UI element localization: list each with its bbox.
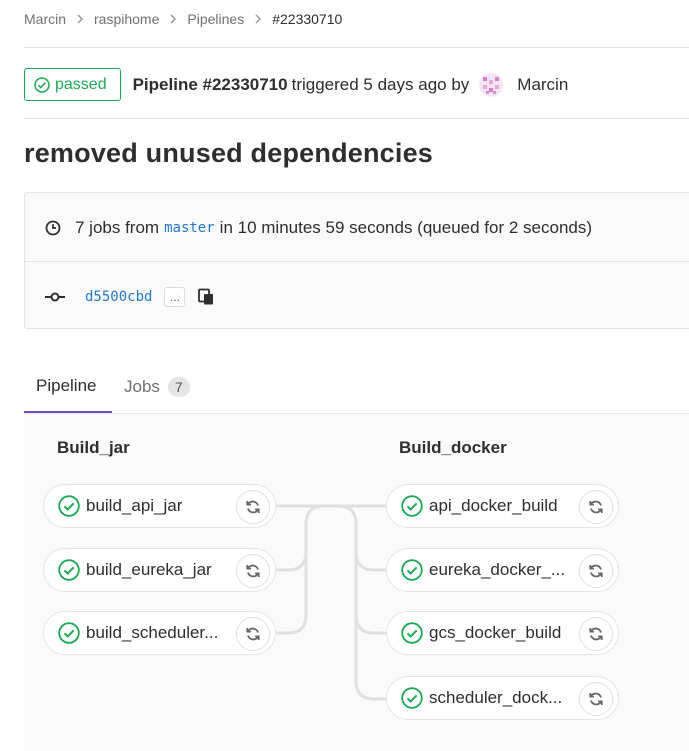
- job-scheduler-docker[interactable]: scheduler_dock...: [386, 676, 619, 720]
- retry-button[interactable]: [579, 617, 613, 651]
- tab-jobs[interactable]: Jobs 7: [112, 360, 202, 414]
- duration-text: in 10 minutes 59 seconds (queued for 2 s…: [219, 218, 593, 237]
- chevron-right-icon: [254, 14, 262, 24]
- breadcrumb: Marcin raspihome Pipelines #22330710: [24, 8, 342, 30]
- pipeline-tabs: Pipeline Jobs 7: [24, 360, 689, 414]
- retry-icon: [589, 564, 603, 578]
- retry-icon: [246, 627, 260, 641]
- job-name: build_api_jar: [86, 496, 183, 515]
- tab-jobs-label: Jobs: [124, 377, 160, 396]
- job-build-eureka-jar[interactable]: build_eureka_jar: [43, 548, 276, 592]
- author-link[interactable]: Marcin: [517, 75, 568, 95]
- job-name: scheduler_dock...: [429, 688, 563, 707]
- commit-sha-link[interactable]: d5500cbd: [85, 289, 152, 305]
- retry-button[interactable]: [236, 490, 270, 524]
- breadcrumb-pipelines[interactable]: Pipelines: [187, 11, 244, 27]
- success-icon: [58, 559, 80, 581]
- retry-icon: [589, 692, 603, 706]
- retry-icon: [246, 564, 260, 578]
- jobs-count-badge: 7: [167, 377, 190, 397]
- divider: [24, 118, 689, 119]
- retry-button[interactable]: [236, 617, 270, 651]
- commit-icon: [45, 291, 65, 303]
- job-api-docker-build[interactable]: api_docker_build: [386, 484, 619, 528]
- jobs-count-text: 7 jobs from: [75, 218, 160, 237]
- retry-icon: [589, 627, 603, 641]
- check-circle-icon: [34, 76, 50, 93]
- job-name: build_scheduler...: [86, 623, 219, 642]
- tab-pipeline-label: Pipeline: [36, 375, 97, 395]
- job-name: eureka_docker_...: [429, 560, 566, 579]
- jobs-summary: 7 jobs from master in 10 minutes 59 seco…: [45, 217, 592, 239]
- pipeline-title: Pipeline #22330710: [132, 74, 288, 94]
- job-gcs-docker-build[interactable]: gcs_docker_build: [386, 611, 619, 655]
- pipeline-graph: Build_jar Build_docker build_api_jar bui…: [24, 414, 689, 751]
- retry-icon: [589, 500, 603, 514]
- breadcrumb-user[interactable]: Marcin: [24, 11, 66, 27]
- retry-button[interactable]: [579, 490, 613, 524]
- job-name: api_docker_build: [429, 496, 558, 515]
- success-icon: [401, 622, 423, 644]
- job-name: gcs_docker_build: [429, 623, 562, 642]
- clock-icon: [45, 220, 61, 236]
- status-badge[interactable]: passed: [24, 68, 121, 101]
- success-icon: [401, 495, 423, 517]
- expand-commit-button[interactable]: ...: [164, 287, 186, 307]
- retry-icon: [246, 500, 260, 514]
- divider: [25, 261, 689, 262]
- page-title: removed unused dependencies: [24, 138, 434, 168]
- success-icon: [58, 622, 80, 644]
- divider: [24, 47, 689, 48]
- success-icon: [58, 495, 80, 517]
- job-build-api-jar[interactable]: build_api_jar: [43, 484, 276, 528]
- chevron-right-icon: [76, 14, 84, 24]
- retry-button[interactable]: [236, 554, 270, 588]
- success-icon: [401, 559, 423, 581]
- job-name: build_eureka_jar: [86, 560, 212, 579]
- job-build-scheduler[interactable]: build_scheduler...: [43, 611, 276, 655]
- avatar[interactable]: [479, 72, 504, 97]
- copy-icon[interactable]: [197, 288, 215, 306]
- pipeline-header: passed Pipeline #22330710 triggered 5 da…: [24, 68, 568, 101]
- tab-pipeline[interactable]: Pipeline: [24, 360, 112, 414]
- status-label: passed: [55, 75, 107, 93]
- breadcrumb-project[interactable]: raspihome: [94, 11, 159, 27]
- branch-link[interactable]: master: [164, 220, 215, 236]
- triggered-text: triggered 5 days ago by: [291, 74, 470, 94]
- success-icon: [401, 687, 423, 709]
- commit-row: d5500cbd ...: [45, 286, 215, 308]
- pipeline-info-box: 7 jobs from master in 10 minutes 59 seco…: [24, 192, 689, 329]
- retry-button[interactable]: [579, 554, 613, 588]
- retry-button[interactable]: [579, 682, 613, 716]
- job-eureka-docker[interactable]: eureka_docker_...: [386, 548, 619, 592]
- breadcrumb-pipeline-id[interactable]: #22330710: [272, 11, 342, 27]
- chevron-right-icon: [169, 14, 177, 24]
